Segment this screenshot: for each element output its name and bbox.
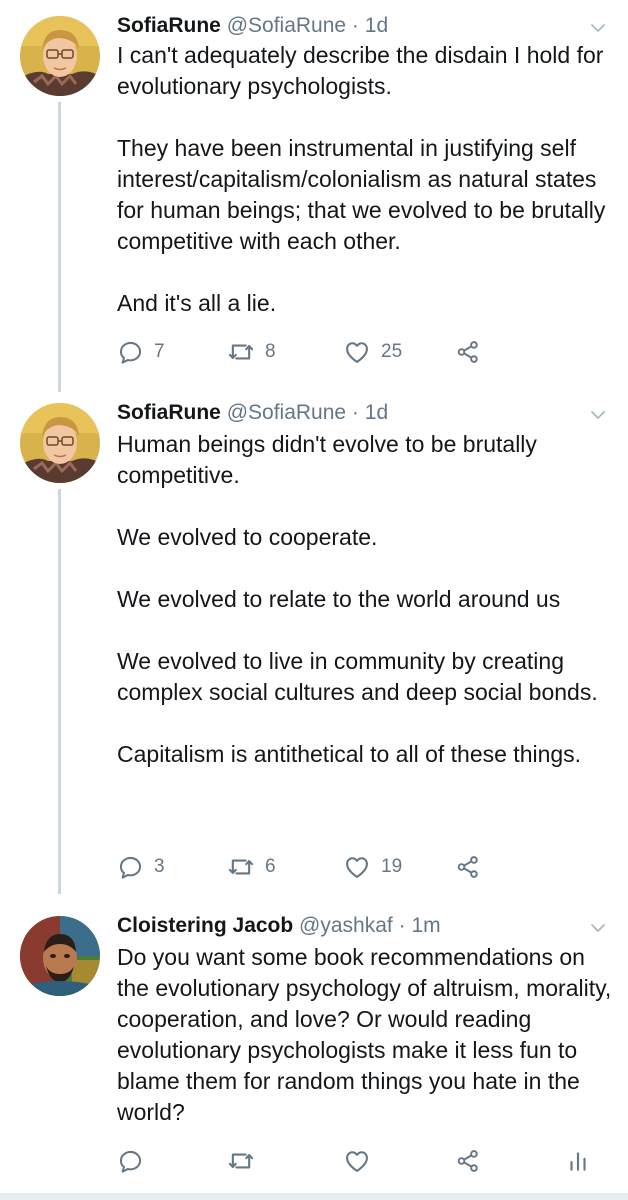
tweet-text: Do you want some book recommendations on… bbox=[117, 942, 617, 1128]
reply-button[interactable]: 7 bbox=[117, 337, 165, 367]
thread-connector-line bbox=[58, 489, 61, 894]
reply-button[interactable] bbox=[117, 1146, 144, 1176]
analytics-icon bbox=[565, 1148, 591, 1174]
analytics-button[interactable] bbox=[565, 1146, 591, 1176]
tweet-paragraph: They have been instrumental in justifyin… bbox=[117, 135, 606, 254]
retweet-button[interactable] bbox=[227, 1146, 255, 1176]
tweet-text: Human beings didn't evolve to be brutall… bbox=[117, 429, 617, 770]
avatar[interactable] bbox=[20, 403, 100, 483]
display-name[interactable]: SofiaRune bbox=[117, 401, 221, 424]
share-icon bbox=[455, 1148, 481, 1174]
reply-count: 3 bbox=[154, 856, 165, 877]
timestamp[interactable]: 1m bbox=[411, 914, 440, 937]
tweet-header: SofiaRune @SofiaRune · 1d bbox=[117, 397, 388, 429]
avatar-image bbox=[20, 403, 100, 483]
tweet-paragraph: I can't adequately describe the disdain … bbox=[117, 42, 604, 99]
heart-icon bbox=[343, 1147, 371, 1175]
share-button[interactable] bbox=[455, 1146, 481, 1176]
reply-count: 7 bbox=[154, 341, 165, 362]
separator-dot: · bbox=[351, 401, 359, 424]
reply-button[interactable]: 3 bbox=[117, 852, 165, 882]
tweet-1[interactable]: SofiaRune @SofiaRune · 1d I can't adequa… bbox=[0, 10, 628, 392]
chevron-down-icon[interactable] bbox=[588, 918, 608, 938]
separator-dot: · bbox=[351, 14, 359, 37]
separator-dot: · bbox=[398, 914, 406, 937]
tweet-header: SofiaRune @SofiaRune · 1d bbox=[117, 10, 388, 42]
avatar[interactable] bbox=[20, 16, 100, 96]
retweet-count: 8 bbox=[265, 341, 276, 362]
tweet-actions: 3 6 19 bbox=[117, 852, 617, 882]
tweet-header: Cloistering Jacob @yashkaf · 1m bbox=[117, 910, 441, 942]
heart-icon bbox=[343, 853, 371, 881]
user-handle[interactable]: @SofiaRune bbox=[227, 401, 346, 424]
tweet-2[interactable]: SofiaRune @SofiaRune · 1d Human beings d… bbox=[0, 397, 628, 894]
retweet-count: 6 bbox=[265, 856, 276, 877]
tweet-paragraph: We evolved to cooperate. bbox=[117, 524, 378, 550]
like-button[interactable] bbox=[343, 1146, 371, 1176]
retweet-icon bbox=[227, 853, 255, 881]
tweet-actions: 7 8 25 bbox=[117, 337, 617, 367]
heart-icon bbox=[343, 338, 371, 366]
tweet-paragraph: Human beings didn't evolve to be brutall… bbox=[117, 431, 537, 488]
tweet-3[interactable]: Cloistering Jacob @yashkaf · 1m Do you w… bbox=[0, 910, 628, 1190]
tweet-paragraph: And it's all a lie. bbox=[117, 290, 277, 316]
like-count: 25 bbox=[381, 341, 403, 362]
share-icon bbox=[455, 854, 481, 880]
display-name[interactable]: Cloistering Jacob bbox=[117, 914, 293, 937]
timestamp[interactable]: 1d bbox=[365, 401, 388, 424]
reply-icon bbox=[117, 854, 144, 881]
tweet-text: I can't adequately describe the disdain … bbox=[117, 40, 617, 319]
retweet-button[interactable]: 6 bbox=[227, 852, 276, 882]
tweet-paragraph: Do you want some book recommendations on… bbox=[117, 944, 612, 1125]
share-icon bbox=[455, 339, 481, 365]
user-handle[interactable]: @SofiaRune bbox=[227, 14, 346, 37]
user-handle[interactable]: @yashkaf bbox=[299, 914, 393, 937]
avatar-image bbox=[20, 16, 100, 96]
avatar-image bbox=[20, 916, 100, 996]
like-count: 19 bbox=[381, 856, 403, 877]
retweet-button[interactable]: 8 bbox=[227, 337, 276, 367]
thread-connector-line bbox=[58, 102, 61, 392]
reply-icon bbox=[117, 339, 144, 366]
tweet-paragraph: We evolved to live in community by creat… bbox=[117, 648, 598, 705]
retweet-icon bbox=[227, 1147, 255, 1175]
tweet-actions bbox=[117, 1146, 607, 1176]
tweet-paragraph: We evolved to relate to the world around… bbox=[117, 586, 561, 612]
timestamp[interactable]: 1d bbox=[365, 14, 388, 37]
display-name[interactable]: SofiaRune bbox=[117, 14, 221, 37]
chevron-down-icon[interactable] bbox=[588, 18, 608, 38]
timeline-divider bbox=[0, 1193, 628, 1200]
chevron-down-icon[interactable] bbox=[588, 405, 608, 425]
share-button[interactable] bbox=[455, 852, 481, 882]
tweet-paragraph: Capitalism is antithetical to all of the… bbox=[117, 741, 582, 767]
like-button[interactable]: 19 bbox=[343, 852, 402, 882]
avatar[interactable] bbox=[20, 916, 100, 996]
share-button[interactable] bbox=[455, 337, 481, 367]
reply-icon bbox=[117, 1148, 144, 1175]
like-button[interactable]: 25 bbox=[343, 337, 402, 367]
retweet-icon bbox=[227, 338, 255, 366]
